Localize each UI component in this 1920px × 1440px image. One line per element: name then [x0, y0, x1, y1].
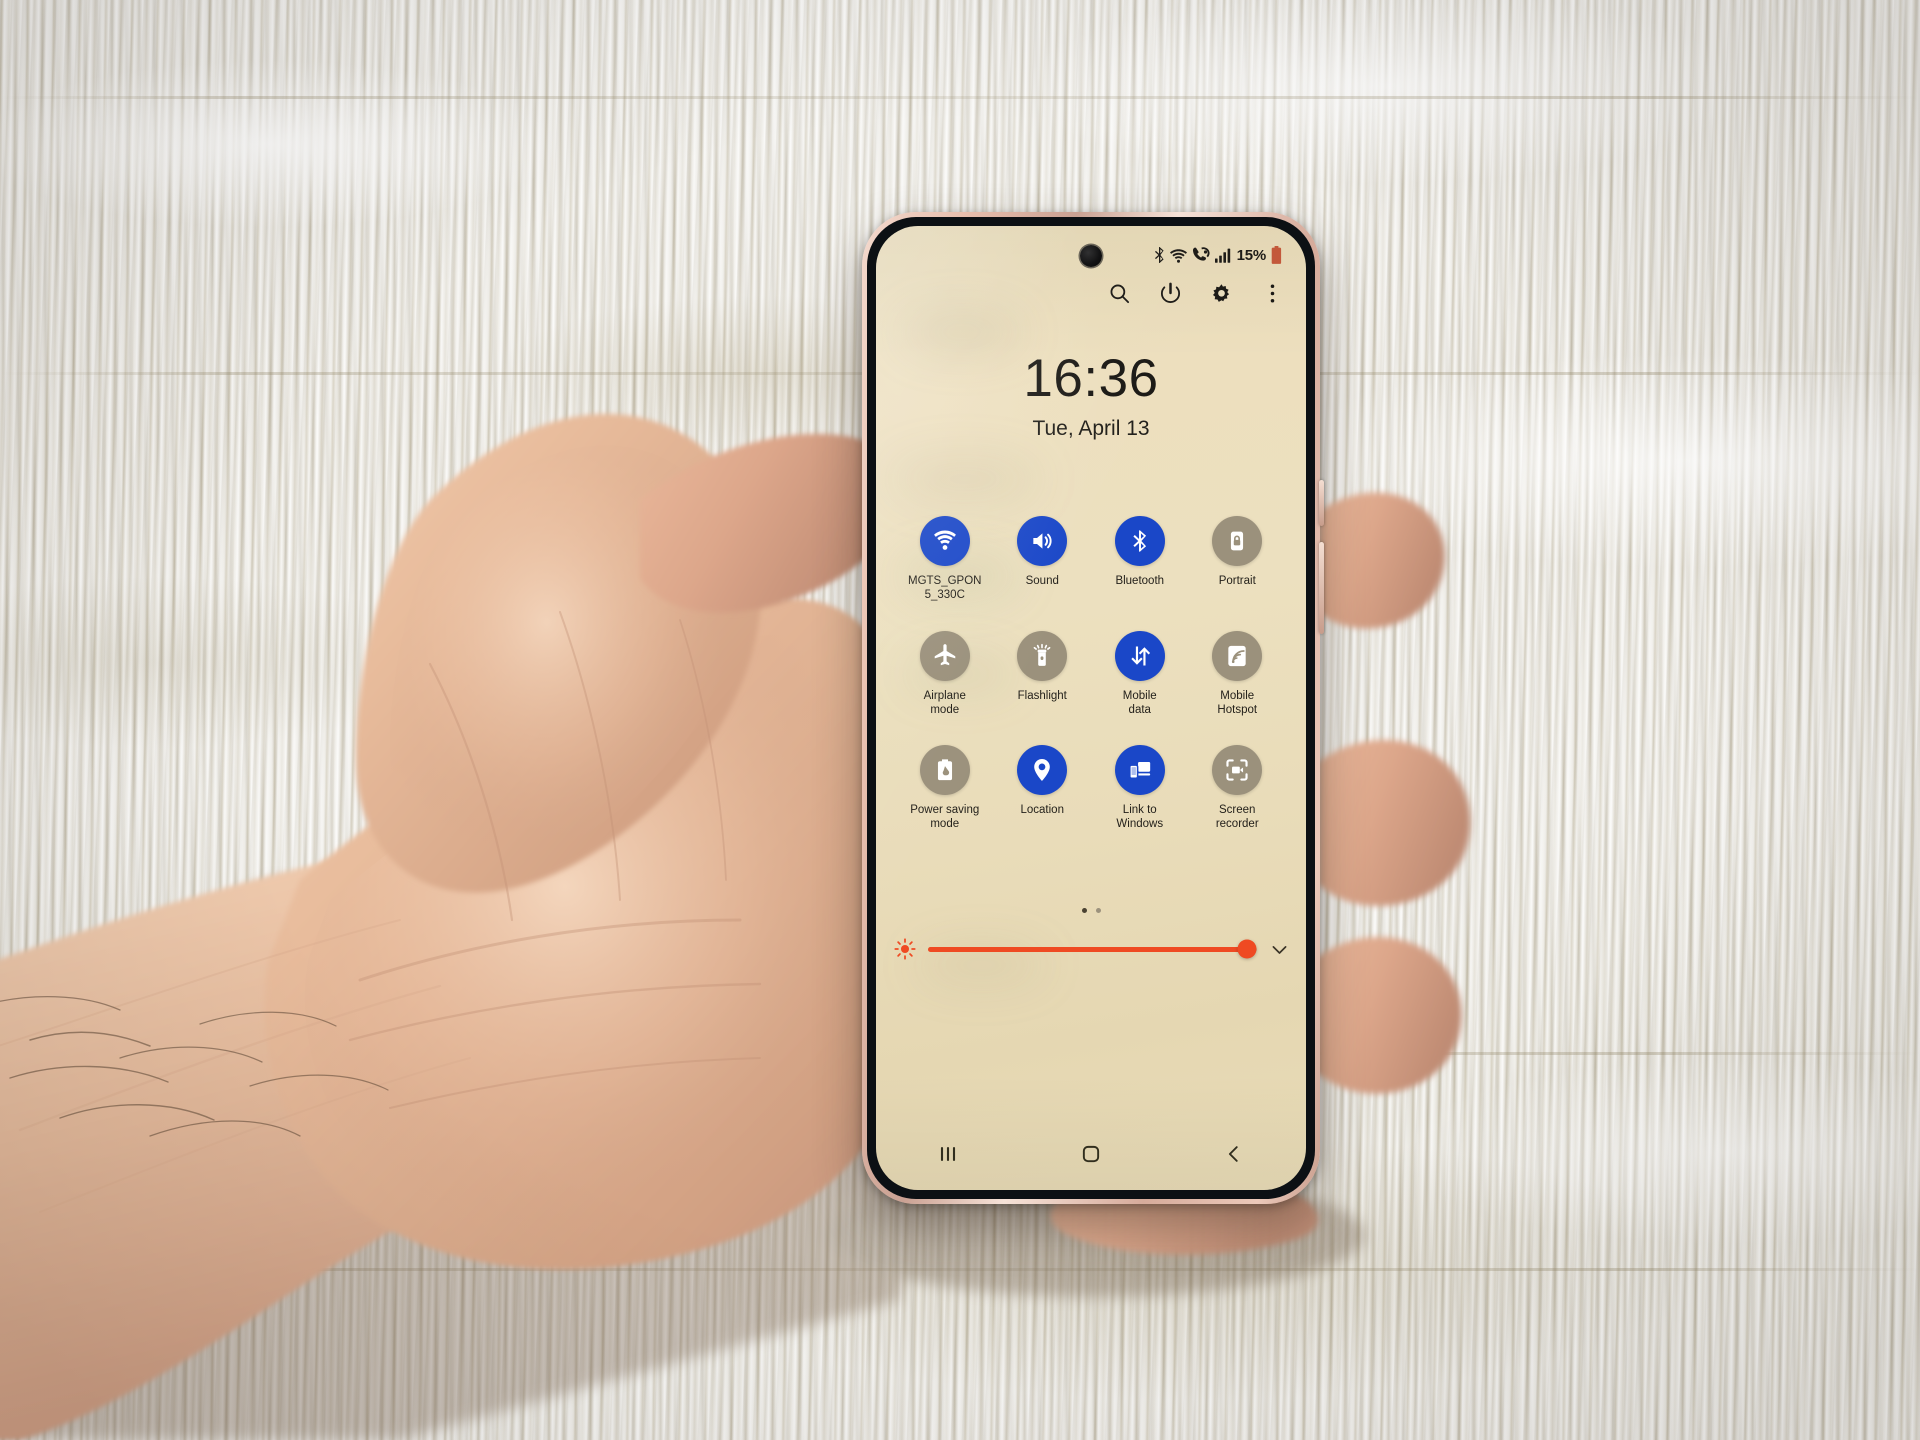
brightness-sun-icon [894, 938, 916, 960]
quick-tile-link-to-windows[interactable]: Link to Windows [1091, 745, 1189, 832]
phone-screen: 15% 16:36 Tue, April 13 MGTS_GPON 5_330C… [876, 226, 1306, 1190]
brightness-slider-thumb[interactable] [1237, 939, 1257, 959]
quick-tile-label: Airplane mode [923, 689, 966, 716]
quick-tile-label: Portrait [1218, 575, 1256, 587]
status-bar: 15% [1154, 244, 1282, 266]
quick-tile-label: Mobile Hotspot [1217, 689, 1258, 716]
volte-call-icon [1192, 247, 1210, 261]
screen-recorder-icon[interactable] [1212, 745, 1263, 795]
quick-tile-airplane[interactable]: Airplane mode [896, 630, 994, 718]
signal-bars-icon [1214, 248, 1230, 263]
wifi-icon[interactable] [919, 516, 970, 566]
power-icon[interactable] [1159, 282, 1182, 305]
quick-tile-sound[interactable]: Sound [994, 516, 1092, 603]
back-button[interactable] [1199, 1143, 1269, 1165]
quick-tile-label: Sound [1025, 575, 1059, 587]
page-dot[interactable] [1081, 908, 1087, 913]
brightness-row [894, 938, 1290, 960]
recents-icon [940, 1146, 955, 1162]
settings-gear-icon[interactable] [1210, 282, 1233, 305]
quick-tile-screen-recorder[interactable]: Screen recorder [1189, 745, 1287, 832]
battery-percent-label: 15% [1236, 246, 1267, 264]
battery-icon [1271, 246, 1282, 264]
wifi-icon [1169, 248, 1187, 263]
page-dot[interactable] [1095, 908, 1101, 913]
back-icon [1229, 1146, 1239, 1162]
airplane-icon[interactable] [919, 630, 970, 681]
bluetooth-icon [1154, 247, 1164, 263]
clock-block: 16:36 Tue, April 13 [876, 352, 1306, 441]
quick-tile-hotspot[interactable]: Mobile Hotspot [1189, 630, 1287, 718]
home-icon [1082, 1145, 1100, 1163]
home-button[interactable] [1056, 1143, 1126, 1165]
quick-panel-actions [1108, 282, 1284, 305]
quick-tile-label: Location [1020, 804, 1064, 816]
search-icon[interactable] [1108, 282, 1131, 305]
finger-tip-1 [1318, 492, 1445, 629]
brightness-slider-fill [928, 946, 1248, 952]
clock-time[interactable]: 16:36 [876, 352, 1306, 405]
side-button-bixby[interactable] [1319, 480, 1324, 526]
recents-button[interactable] [913, 1144, 983, 1164]
quick-tile-mobile-data[interactable]: Mobile data [1091, 630, 1189, 718]
quick-tile-label: MGTS_GPON 5_330C [908, 575, 982, 602]
quick-tile-label: Power saving mode [910, 804, 980, 831]
brightness-slider[interactable] [928, 939, 1257, 959]
quick-tile-label: Bluetooth [1115, 575, 1165, 587]
link-to-windows-icon[interactable] [1114, 745, 1165, 795]
sound-icon[interactable] [1017, 516, 1068, 566]
quick-settings-grid: MGTS_GPON 5_330C Sound Bluetooth Portrait… [896, 516, 1286, 832]
hotspot-icon[interactable] [1212, 630, 1263, 681]
navigation-bar [876, 1134, 1306, 1174]
location-pin-icon[interactable] [1017, 745, 1068, 795]
quick-tile-flashlight[interactable]: Flashlight [994, 630, 1092, 718]
photo-scene: 15% 16:36 Tue, April 13 MGTS_GPON 5_330C… [0, 0, 1920, 1440]
chevron-down-icon[interactable] [1269, 939, 1290, 960]
finger-tip-3 [1316, 937, 1462, 1094]
quick-tile-location-pin[interactable]: Location [994, 745, 1092, 832]
bluetooth-icon[interactable] [1114, 516, 1165, 566]
more-options-icon[interactable] [1261, 282, 1284, 305]
volume-rocker[interactable] [1319, 542, 1324, 634]
mobile-data-icon[interactable] [1114, 630, 1165, 681]
quick-tile-label: Mobile data [1122, 689, 1157, 716]
quick-tile-bluetooth[interactable]: Bluetooth [1091, 516, 1189, 603]
finger-tip-2 [1318, 739, 1471, 907]
quick-tile-label: Screen recorder [1215, 804, 1259, 831]
flashlight-icon[interactable] [1017, 630, 1068, 681]
wallpaper-blob [890, 456, 1040, 502]
power-saving-icon[interactable] [919, 745, 970, 795]
front-camera-punch-hole [1080, 245, 1102, 267]
page-indicator[interactable] [876, 908, 1306, 913]
clock-date[interactable]: Tue, April 13 [876, 417, 1306, 441]
smartphone: 15% 16:36 Tue, April 13 MGTS_GPON 5_330C… [862, 212, 1324, 1204]
rotation-lock-icon[interactable] [1212, 516, 1263, 566]
quick-tile-label: Flashlight [1017, 689, 1067, 702]
quick-tile-power-saving[interactable]: Power saving mode [896, 745, 994, 832]
phone-bezel: 15% 16:36 Tue, April 13 MGTS_GPON 5_330C… [867, 217, 1315, 1199]
quick-tile-rotation-lock[interactable]: Portrait [1189, 516, 1287, 603]
wallpaper-blob [902, 312, 1022, 352]
quick-tile-label: Link to Windows [1116, 804, 1164, 831]
quick-tile-wifi[interactable]: MGTS_GPON 5_330C [896, 516, 994, 603]
